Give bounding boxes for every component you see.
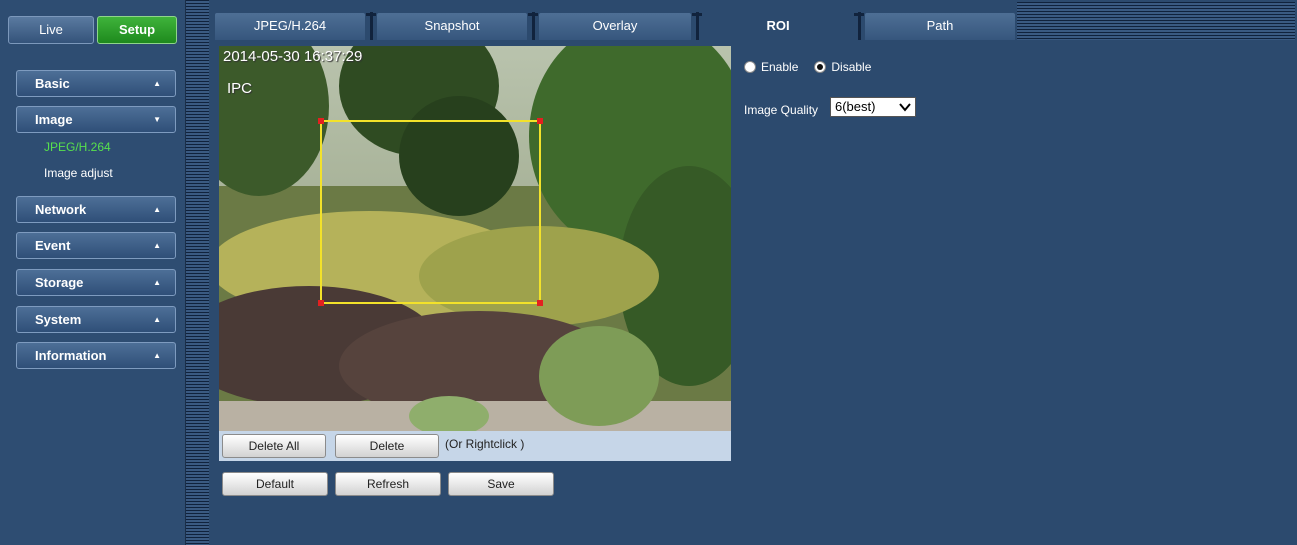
roi-handle-bottom-left[interactable] — [318, 300, 324, 306]
osd-timestamp: 2014-05-30 16:37:29 — [223, 48, 363, 65]
ipc-web-app: Live Setup Basic ▲ Image ▼ JPEG/H.264 Im… — [0, 0, 1297, 545]
tab-separator — [691, 12, 703, 40]
caret-up-icon: ▲ — [153, 205, 161, 214]
live-mode-button[interactable]: Live — [8, 16, 94, 44]
sidebar-divider — [186, 0, 209, 545]
menu-event[interactable]: Event ▲ — [16, 232, 176, 259]
delete-button[interactable]: Delete — [335, 434, 439, 458]
menu-storage[interactable]: Storage ▲ — [16, 269, 176, 296]
menu-network-label: Network — [35, 202, 87, 217]
image-quality-label: Image Quality — [744, 103, 819, 117]
tab-snapshot[interactable]: Snapshot — [377, 13, 527, 40]
roi-panel: 2014-05-30 16:37:29 IPC Delete All Delet… — [209, 40, 1297, 545]
menu-information[interactable]: Information ▲ — [16, 342, 176, 369]
tab-separator — [365, 12, 377, 40]
image-quality-value: 6(best) — [835, 99, 876, 114]
menu-system-label: System — [35, 312, 82, 327]
submenu-image-adjust[interactable]: Image adjust — [44, 166, 113, 180]
roi-handle-top-right[interactable] — [537, 118, 543, 124]
setup-mode-button[interactable]: Setup — [97, 16, 177, 44]
roi-region[interactable] — [320, 120, 541, 304]
tab-roi[interactable]: ROI — [703, 13, 853, 40]
caret-up-icon: ▲ — [153, 241, 161, 250]
caret-up-icon: ▲ — [153, 351, 161, 360]
menu-event-label: Event — [35, 238, 71, 253]
tab-jpeg-h264[interactable]: JPEG/H.264 — [215, 13, 365, 40]
roi-handle-bottom-right[interactable] — [537, 300, 543, 306]
enable-radio[interactable] — [744, 61, 756, 73]
menu-system[interactable]: System ▲ — [16, 306, 176, 333]
menu-basic-label: Basic — [35, 76, 70, 91]
delete-all-button[interactable]: Delete All — [222, 434, 326, 458]
save-button[interactable]: Save — [448, 472, 554, 496]
tab-separator — [853, 12, 865, 40]
enable-label: Enable — [761, 60, 799, 74]
caret-down-icon: ▼ — [153, 115, 161, 124]
tab-separator — [527, 12, 539, 40]
caret-up-icon: ▲ — [153, 278, 161, 287]
menu-storage-label: Storage — [35, 275, 84, 290]
roi-handle-top-left[interactable] — [318, 118, 324, 124]
sidebar: Live Setup Basic ▲ Image ▼ JPEG/H.264 Im… — [0, 0, 186, 545]
disable-radio[interactable] — [814, 61, 827, 73]
chevron-down-icon — [899, 103, 911, 112]
osd-camera-name: IPC — [227, 80, 253, 97]
caret-up-icon: ▲ — [153, 315, 161, 324]
menu-basic[interactable]: Basic ▲ — [16, 70, 176, 97]
caret-up-icon: ▲ — [153, 79, 161, 88]
roi-enable-group: Enable Disable — [744, 60, 887, 74]
menu-image[interactable]: Image ▼ — [16, 106, 176, 133]
tab-bar: JPEG/H.264 Snapshot Overlay ROI Path — [209, 0, 1297, 40]
default-button[interactable]: Default — [222, 472, 328, 496]
disable-label: Disable — [831, 60, 872, 74]
roi-toolbar: Delete All Delete (Or Rightclick ) — [219, 431, 731, 461]
menu-information-label: Information — [35, 348, 107, 363]
tab-bar-filler — [1017, 2, 1295, 40]
refresh-button[interactable]: Refresh — [335, 472, 441, 496]
rightclick-hint: (Or Rightclick ) — [445, 437, 525, 451]
menu-image-label: Image — [35, 112, 73, 127]
tab-overlay[interactable]: Overlay — [539, 13, 691, 40]
menu-network[interactable]: Network ▲ — [16, 196, 176, 223]
video-preview[interactable]: 2014-05-30 16:37:29 IPC — [219, 46, 731, 431]
image-quality-select[interactable]: 6(best) — [830, 97, 916, 117]
submenu-jpeg-h264[interactable]: JPEG/H.264 — [44, 140, 111, 154]
tab-path[interactable]: Path — [865, 13, 1015, 40]
